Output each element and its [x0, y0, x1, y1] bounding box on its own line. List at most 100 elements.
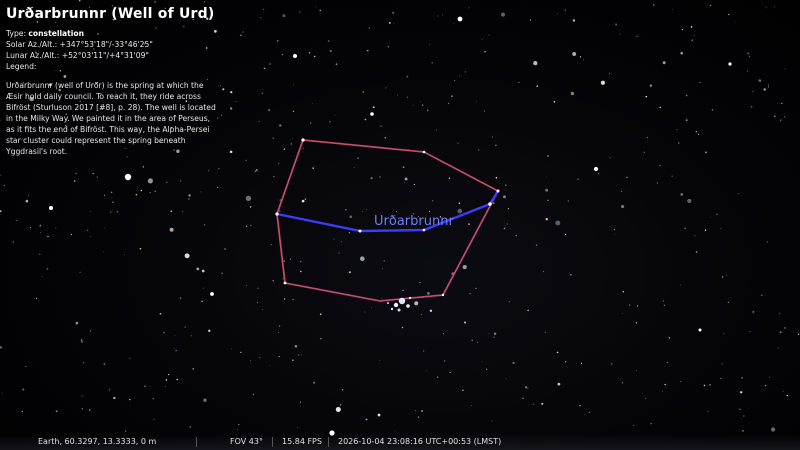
star — [73, 180, 76, 182]
star — [704, 229, 707, 231]
star — [103, 194, 106, 197]
star — [422, 350, 425, 352]
star — [55, 410, 58, 413]
star — [469, 292, 471, 295]
star — [35, 297, 38, 300]
star — [261, 92, 263, 94]
star — [154, 190, 156, 192]
star — [419, 282, 421, 283]
star — [555, 220, 561, 226]
star — [41, 275, 43, 277]
star — [781, 102, 783, 105]
star — [579, 405, 581, 407]
star — [312, 381, 316, 384]
star — [464, 321, 466, 324]
star — [626, 176, 628, 179]
star — [636, 35, 638, 38]
star — [431, 62, 433, 64]
star — [406, 96, 409, 98]
star — [483, 110, 485, 112]
star — [484, 51, 486, 53]
star — [314, 55, 316, 58]
star — [292, 110, 295, 112]
star — [547, 155, 549, 157]
star — [260, 17, 262, 19]
star — [656, 182, 658, 184]
star — [643, 151, 645, 153]
star — [15, 219, 17, 222]
star — [299, 401, 302, 403]
star — [508, 301, 510, 303]
star — [448, 177, 451, 179]
star — [476, 341, 478, 343]
star — [493, 332, 497, 335]
star — [333, 238, 335, 240]
star — [621, 191, 622, 192]
star — [294, 345, 298, 348]
star — [609, 157, 611, 159]
star — [102, 251, 104, 253]
star — [188, 194, 191, 197]
star — [278, 162, 280, 164]
star — [383, 260, 385, 262]
star — [711, 109, 714, 111]
star — [279, 210, 281, 212]
star — [784, 116, 786, 118]
star — [435, 129, 437, 131]
star — [368, 27, 370, 29]
star — [367, 49, 369, 52]
star — [300, 354, 302, 356]
status-separator — [272, 437, 273, 447]
star — [739, 408, 741, 410]
star — [427, 109, 429, 111]
star — [615, 23, 618, 26]
star — [798, 333, 800, 335]
star — [349, 215, 353, 219]
star — [767, 84, 770, 86]
constellation-star — [422, 228, 426, 232]
star — [189, 426, 192, 428]
star — [672, 9, 673, 10]
star — [75, 172, 77, 174]
star — [426, 370, 428, 371]
star — [418, 416, 420, 418]
star — [527, 387, 529, 389]
star — [392, 12, 394, 14]
bright-star — [728, 62, 732, 66]
star — [518, 81, 520, 84]
star — [188, 198, 190, 200]
star — [493, 336, 495, 338]
star — [249, 206, 252, 208]
star — [311, 103, 313, 104]
datetime-readout[interactable]: 2026-10-04 23:08:16 UTC+00:53 (LMST) — [338, 434, 501, 450]
star — [662, 390, 664, 392]
star — [263, 67, 266, 69]
star — [699, 82, 701, 83]
star — [203, 1, 206, 3]
star — [488, 333, 490, 334]
star — [429, 309, 433, 312]
star — [557, 382, 561, 386]
star — [229, 150, 233, 154]
star — [491, 420, 493, 422]
star — [709, 4, 712, 7]
star — [208, 170, 209, 172]
star — [622, 291, 625, 293]
fov-readout[interactable]: FOV 43° — [230, 434, 263, 450]
star — [270, 244, 272, 246]
bright-star — [698, 328, 702, 332]
location-readout[interactable]: Earth, 60.3297, 13.3333, 0 m — [38, 434, 156, 450]
star — [476, 101, 478, 103]
star — [25, 366, 27, 367]
star — [25, 199, 29, 203]
star — [319, 313, 322, 315]
star — [774, 6, 776, 8]
star — [81, 341, 83, 343]
star — [257, 171, 259, 172]
star — [281, 54, 283, 56]
star — [471, 405, 473, 407]
star — [588, 411, 590, 413]
star — [169, 227, 174, 232]
star — [245, 284, 248, 287]
star — [402, 166, 405, 169]
